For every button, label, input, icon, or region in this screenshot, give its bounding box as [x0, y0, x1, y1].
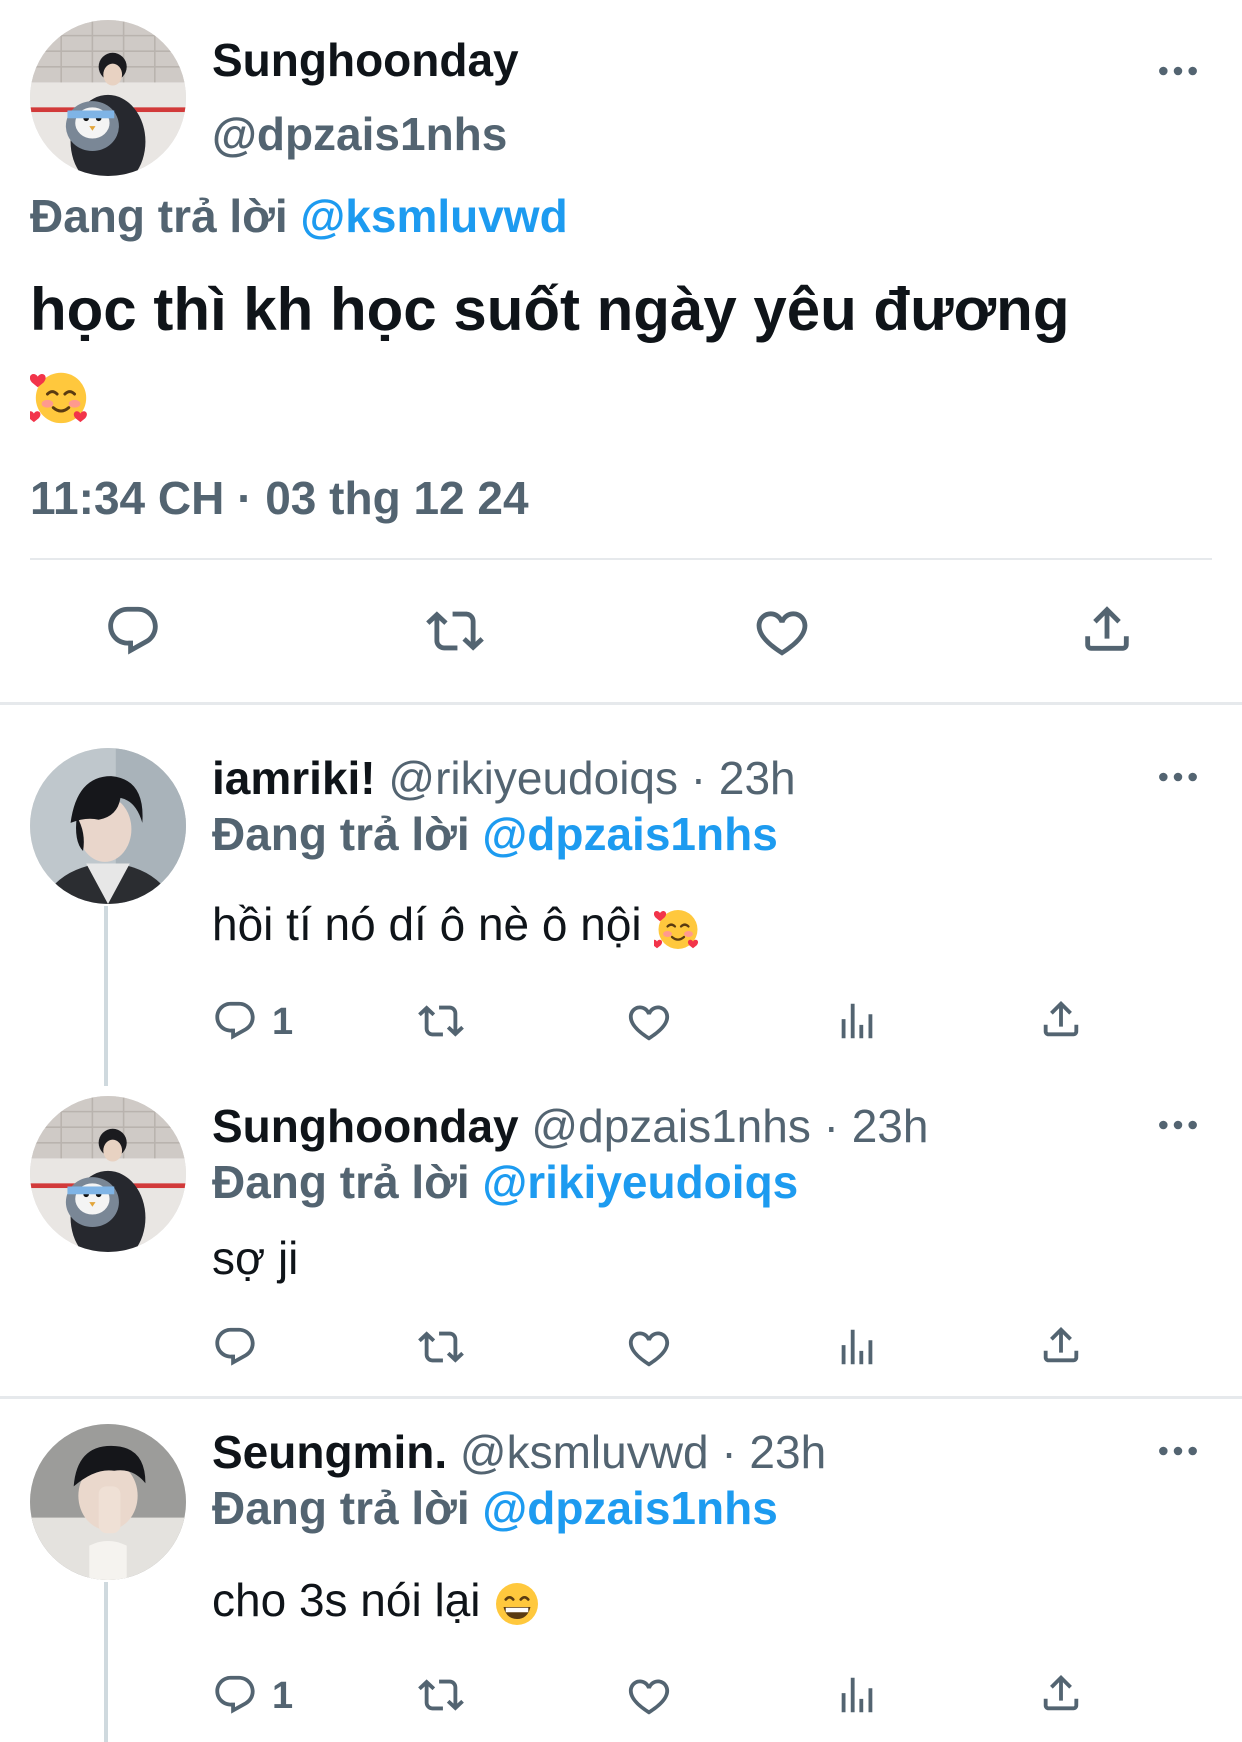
- reply-icon: [212, 1324, 258, 1370]
- reply-handle[interactable]: @ksmluvwd: [460, 1426, 709, 1478]
- like-button[interactable]: [625, 1324, 673, 1370]
- share-icon: [1038, 1322, 1084, 1368]
- reply-button[interactable]: [212, 1324, 258, 1370]
- retweet-icon: [416, 1672, 466, 1718]
- more-icon: [1158, 65, 1198, 77]
- like-icon: [625, 1324, 673, 1370]
- replying-to-label: Đang trả lời: [212, 808, 470, 860]
- more-options-button[interactable]: [1148, 56, 1208, 86]
- replying-to-link[interactable]: @ksmluvwd: [300, 190, 567, 242]
- reply-handle[interactable]: @rikiyeudoiqs: [388, 752, 678, 804]
- views-icon: [834, 998, 880, 1044]
- reply-header: Sunghoonday @dpzais1nhs · 23h: [212, 1098, 928, 1154]
- like-icon: [625, 998, 673, 1044]
- share-button[interactable]: [1038, 996, 1084, 1042]
- reply-icon: [212, 998, 258, 1044]
- reply-time[interactable]: · 23h: [691, 752, 796, 804]
- more-options-button[interactable]: [1148, 1110, 1208, 1140]
- replying-to-label: Đang trả lời: [212, 1156, 470, 1208]
- reply-button[interactable]: [104, 602, 162, 660]
- author-avatar-image: [30, 20, 186, 176]
- section-divider: [0, 1396, 1242, 1399]
- share-icon: [1038, 1670, 1084, 1716]
- share-icon: [1078, 600, 1136, 658]
- grinning-face-emoji: [493, 1580, 541, 1628]
- like-icon: [625, 1672, 673, 1718]
- reply-time[interactable]: · 23h: [721, 1426, 826, 1478]
- share-icon: [1038, 996, 1084, 1042]
- reply-display-name[interactable]: Seungmin.: [212, 1426, 447, 1478]
- reply-display-name[interactable]: iamriki!: [212, 752, 376, 804]
- reply-time[interactable]: · 23h: [824, 1100, 929, 1152]
- divider: [30, 558, 1212, 560]
- reply-header: iamriki! @rikiyeudoiqs · 23h: [212, 750, 796, 806]
- reply-button[interactable]: [212, 998, 258, 1044]
- thread-line: [104, 1582, 108, 1742]
- reply-avatar[interactable]: [30, 1424, 186, 1580]
- reply-avatar[interactable]: [30, 748, 186, 904]
- reply-display-name[interactable]: Sunghoonday: [212, 1100, 519, 1152]
- reply-avatar-image: [30, 1096, 186, 1252]
- reply-text-body: hồi tí nó dí ô nè ô nội: [212, 898, 642, 950]
- views-button[interactable]: [834, 998, 880, 1044]
- smiling-face-with-hearts-emoji: [654, 904, 702, 952]
- replying-to-link[interactable]: @dpzais1nhs: [482, 1482, 777, 1534]
- reply-count: 1: [272, 1675, 294, 1717]
- views-icon: [834, 1324, 880, 1370]
- views-icon: [834, 1672, 880, 1718]
- retweet-icon: [416, 1324, 466, 1370]
- reply-icon: [104, 602, 162, 660]
- reply-text-body: cho 3s nói lại: [212, 1574, 481, 1626]
- replying-to-line: Đang trả lời @dpzais1nhs: [212, 806, 778, 862]
- reply-icon: [212, 1672, 258, 1718]
- retweet-button[interactable]: [424, 602, 486, 660]
- more-icon: [1158, 771, 1198, 783]
- like-button[interactable]: [752, 602, 812, 660]
- replying-to-label: Đang trả lời: [212, 1482, 470, 1534]
- views-button[interactable]: [834, 1672, 880, 1718]
- like-button[interactable]: [625, 1672, 673, 1718]
- more-options-button[interactable]: [1148, 1436, 1208, 1466]
- reply-avatar-image: [30, 748, 186, 904]
- like-button[interactable]: [625, 998, 673, 1044]
- tweet-text-body: học thì kh học suốt ngày yêu đương: [30, 276, 1070, 343]
- section-divider: [0, 702, 1242, 705]
- more-options-button[interactable]: [1148, 762, 1208, 792]
- smiling-face-with-hearts-emoji: [30, 365, 92, 427]
- more-icon: [1158, 1445, 1198, 1457]
- author-avatar[interactable]: [30, 20, 186, 176]
- reply-text: sợ ji: [212, 1232, 299, 1284]
- replying-to-line: Đang trả lời @dpzais1nhs: [212, 1480, 778, 1536]
- retweet-icon: [424, 602, 486, 660]
- tweet-text: học thì kh học suốt ngày yêu đương: [30, 270, 1220, 430]
- replying-to-label: Đang trả lời: [30, 190, 288, 242]
- retweet-button[interactable]: [416, 998, 466, 1044]
- share-button[interactable]: [1038, 1670, 1084, 1716]
- retweet-button[interactable]: [416, 1672, 466, 1718]
- replying-to-line: Đang trả lời @ksmluvwd: [30, 188, 568, 244]
- retweet-button[interactable]: [416, 1324, 466, 1370]
- share-button[interactable]: [1078, 600, 1136, 658]
- author-handle[interactable]: @dpzais1nhs: [212, 106, 507, 162]
- share-button[interactable]: [1038, 1322, 1084, 1368]
- like-icon: [752, 602, 812, 660]
- retweet-icon: [416, 998, 466, 1044]
- replying-to-line: Đang trả lời @rikiyeudoiqs: [212, 1154, 798, 1210]
- reply-avatar-image: [30, 1424, 186, 1580]
- reply-avatar[interactable]: [30, 1096, 186, 1252]
- tweet-timestamp[interactable]: 11:34 CH · 03 thg 12 24: [30, 470, 529, 526]
- reply-handle[interactable]: @dpzais1nhs: [531, 1100, 810, 1152]
- views-button[interactable]: [834, 1324, 880, 1370]
- more-icon: [1158, 1119, 1198, 1131]
- thread-line: [104, 906, 108, 1086]
- replying-to-link[interactable]: @dpzais1nhs: [482, 808, 777, 860]
- reply-count: 1: [272, 1001, 294, 1043]
- reply-header: Seungmin. @ksmluvwd · 23h: [212, 1424, 826, 1480]
- author-display-name[interactable]: Sunghoonday: [212, 32, 519, 88]
- replying-to-link[interactable]: @rikiyeudoiqs: [482, 1156, 798, 1208]
- reply-text: hồi tí nó dí ô nè ô nội: [212, 896, 702, 952]
- reply-text: cho 3s nói lại: [212, 1572, 541, 1628]
- reply-button[interactable]: [212, 1672, 258, 1718]
